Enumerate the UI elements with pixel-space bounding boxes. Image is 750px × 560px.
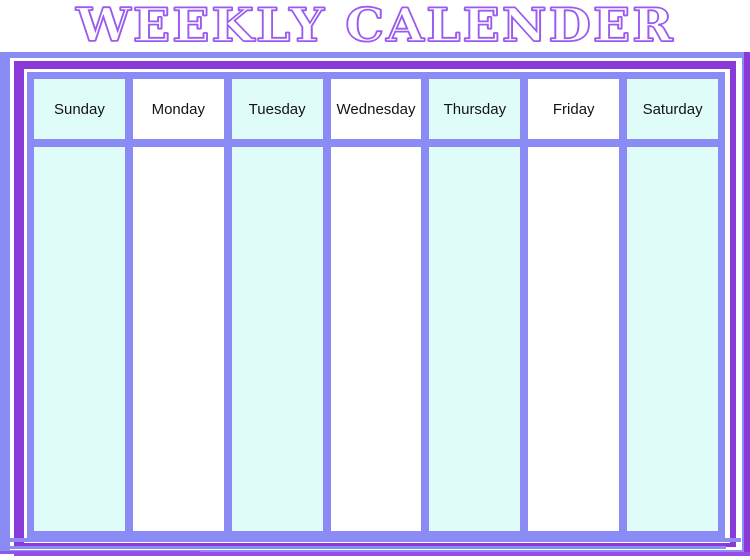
day-cell-friday[interactable] bbox=[528, 147, 620, 531]
title-bar: WEEKLY CALENDER bbox=[0, 0, 750, 52]
day-header-sunday: Sunday bbox=[34, 79, 125, 139]
decorative-edge-right bbox=[744, 52, 750, 552]
day-header-thursday: Thursday bbox=[429, 79, 521, 139]
day-header-label: Tuesday bbox=[248, 100, 306, 118]
decorative-rule-1 bbox=[6, 538, 741, 542]
day-header-friday: Friday bbox=[528, 79, 620, 139]
day-cell-sunday[interactable] bbox=[34, 147, 125, 531]
day-header-label: Saturday bbox=[642, 100, 703, 118]
day-body-row bbox=[34, 147, 719, 531]
day-cell-saturday[interactable] bbox=[627, 147, 719, 531]
decorative-rule-2 bbox=[0, 546, 726, 549]
weekly-calendar-grid: Sunday Monday Tuesday Wednesday Thursday… bbox=[27, 72, 725, 538]
decorative-rule-3 bbox=[14, 552, 750, 556]
day-cell-wednesday[interactable] bbox=[330, 147, 422, 531]
day-header-label: Wednesday bbox=[336, 100, 416, 118]
day-header-saturday: Saturday bbox=[627, 79, 719, 139]
day-header-label: Sunday bbox=[53, 100, 105, 118]
day-header-label: Friday bbox=[552, 100, 595, 118]
day-header-monday: Monday bbox=[132, 79, 224, 139]
day-header-label: Thursday bbox=[443, 100, 507, 118]
day-header-row: Sunday Monday Tuesday Wednesday Thursday… bbox=[34, 79, 719, 139]
day-header-label: Monday bbox=[151, 100, 205, 118]
day-header-tuesday: Tuesday bbox=[231, 79, 323, 139]
day-cell-thursday[interactable] bbox=[429, 147, 521, 531]
day-header-wednesday: Wednesday bbox=[330, 79, 422, 139]
day-cell-tuesday[interactable] bbox=[231, 147, 323, 531]
day-cell-monday[interactable] bbox=[132, 147, 224, 531]
page-title: WEEKLY CALENDER bbox=[75, 0, 675, 52]
